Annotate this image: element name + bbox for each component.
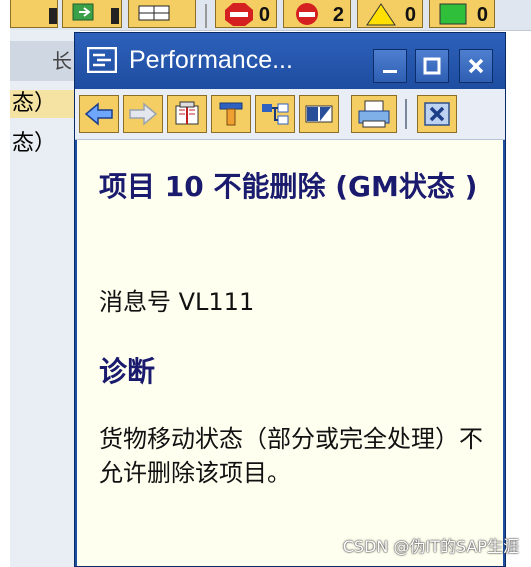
window-menu-icon[interactable] (87, 47, 117, 73)
column-header: 长 (52, 49, 72, 73)
close-icon (468, 58, 484, 74)
navigation-button[interactable] (255, 95, 295, 133)
minimize-icon (383, 70, 397, 73)
background-toolbar-button[interactable] (10, 0, 58, 28)
settings-button[interactable] (211, 95, 251, 133)
warning-count-button[interactable]: 2 (283, 0, 351, 28)
back-arrow-icon (84, 102, 113, 126)
caution-count: 0 (404, 4, 416, 26)
dialog-title: Performance... (129, 46, 293, 74)
layout-icon (138, 5, 170, 21)
caution-count-button[interactable]: 0 (357, 0, 423, 28)
close-window-button[interactable] (459, 49, 493, 83)
maximize-icon (423, 57, 441, 75)
stop-sign-icon (225, 3, 253, 26)
toolbar-separator (405, 99, 407, 129)
forward-button[interactable] (123, 95, 163, 133)
close-dialog-button[interactable] (417, 95, 457, 133)
maximize-button[interactable] (415, 49, 449, 83)
red-circle-icon (296, 3, 318, 25)
split-view-button[interactable] (299, 95, 339, 133)
performance-assistant-dialog: Performance... 项目 10 不能删除 (GM状态) 消息号 VL… (74, 32, 506, 567)
green-square-icon (439, 3, 467, 25)
message-title: 项目 10 不能删除 (GM状态 ) (99, 170, 478, 203)
success-count: 0 (476, 4, 488, 26)
print-icon (358, 100, 390, 128)
diagnosis-text: 货物移动状态（部分或完全处理）不允许删除该项目。 (99, 425, 483, 487)
background-toolbar-button[interactable] (62, 0, 122, 28)
minimize-button[interactable] (373, 49, 407, 83)
tools-icon (219, 102, 243, 126)
help-content-area[interactable]: 项目 10 不能删除 (GM状态 ) 消息号 VL111 诊断 货物移动状态（部… (77, 140, 503, 566)
yellow-triangle-icon (366, 3, 396, 26)
background-toolbar-button[interactable] (128, 0, 196, 28)
dialog-toolbar (75, 89, 505, 140)
separator (205, 4, 207, 28)
success-count-button[interactable]: 0 (429, 0, 495, 28)
error-count: 0 (258, 4, 270, 26)
table-row[interactable]: 态） (10, 90, 80, 118)
warning-count: 2 (332, 4, 344, 26)
table-row[interactable]: 态） (10, 130, 80, 158)
error-count-button[interactable]: 0 (215, 0, 277, 28)
watermark: CSDN @伪IT的SAP生涯 (342, 537, 519, 556)
close-x-icon (424, 102, 450, 126)
save-icon (72, 3, 94, 21)
title-bar[interactable]: Performance... (75, 33, 505, 89)
hierarchy-icon (262, 103, 289, 125)
technical-info-button[interactable] (167, 95, 207, 133)
book-icon (175, 101, 199, 125)
split-view-icon (305, 105, 333, 123)
diagnosis-heading: 诊断 (99, 355, 156, 388)
message-number: 消息号 VL111 (99, 288, 255, 316)
back-button[interactable] (79, 95, 119, 133)
forward-arrow-icon (129, 102, 158, 126)
print-button[interactable] (351, 95, 397, 133)
